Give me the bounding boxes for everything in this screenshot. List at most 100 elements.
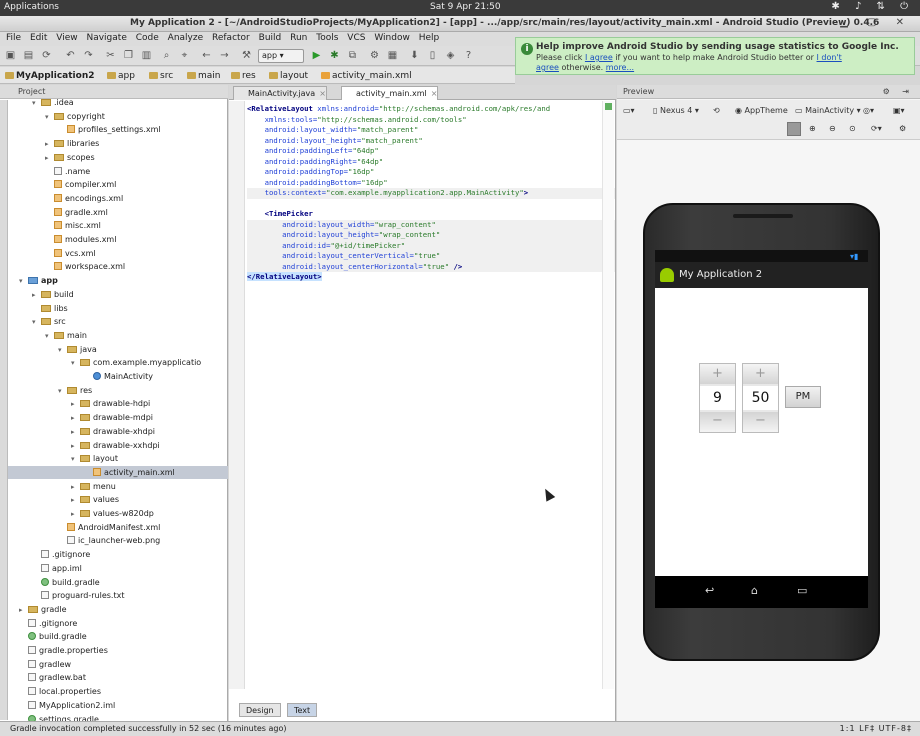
- left-tool-strip[interactable]: [0, 100, 8, 720]
- orientation-icon[interactable]: ⟲: [713, 106, 720, 115]
- breadcrumb-app[interactable]: app: [106, 70, 135, 82]
- device-select[interactable]: ▯ Nexus 4 ▾: [653, 106, 699, 115]
- minute-increment-button[interactable]: +: [743, 364, 778, 384]
- menu-analyze[interactable]: Analyze: [168, 33, 203, 43]
- tree-item[interactable]: ▾ java: [0, 343, 228, 356]
- collapsed-arrow-icon[interactable]: ▸: [71, 481, 80, 494]
- code-line[interactable]: android:layout_centerHorizontal="true" /…: [247, 261, 615, 272]
- tree-item[interactable]: app.iml: [0, 562, 228, 575]
- attach-icon[interactable]: ⧉: [346, 49, 359, 62]
- help-icon[interactable]: ?: [462, 49, 475, 62]
- replace-icon[interactable]: ⌖: [178, 49, 191, 62]
- zoom-actual-icon[interactable]: ⊙: [849, 124, 856, 133]
- more-link[interactable]: more...: [606, 63, 634, 72]
- paste-icon[interactable]: ▥: [140, 49, 153, 62]
- code-line[interactable]: android:layout_height="wrap_content": [247, 230, 615, 241]
- breadcrumb-project[interactable]: MyApplication2: [4, 70, 95, 82]
- code-line[interactable]: android:paddingBottom="16dp": [247, 178, 615, 189]
- zoom-fit-icon[interactable]: [787, 122, 801, 136]
- zoom-in-icon[interactable]: ⊕: [809, 124, 816, 133]
- expanded-arrow-icon[interactable]: ▾: [32, 97, 41, 110]
- tree-item[interactable]: ▾ .idea: [0, 96, 228, 109]
- tree-item[interactable]: ▸ menu: [0, 480, 228, 493]
- menu-help[interactable]: Help: [419, 33, 440, 43]
- tree-item[interactable]: gradlew: [0, 658, 228, 671]
- minute-value[interactable]: 50: [743, 386, 778, 410]
- caret-position[interactable]: 1:1 LF‡ UTF-8‡: [840, 724, 912, 733]
- sdk-manager-icon[interactable]: ⬇: [408, 49, 421, 62]
- tree-item[interactable]: ▾ res: [0, 384, 228, 397]
- collapsed-arrow-icon[interactable]: ▸: [71, 412, 80, 425]
- close-icon[interactable]: ×: [431, 89, 438, 98]
- dont-agree-link[interactable]: I don't: [817, 53, 842, 62]
- tree-item[interactable]: ▸ libraries: [0, 137, 228, 150]
- system-tray-icons[interactable]: ✱ ♪ ⇅ ⏻: [831, 1, 914, 12]
- expanded-arrow-icon[interactable]: ▾: [58, 344, 67, 357]
- code-line[interactable]: android:paddingRight="64dp": [247, 157, 615, 168]
- code-line[interactable]: android:layout_height="match_parent": [247, 136, 615, 147]
- collapsed-arrow-icon[interactable]: ▸: [71, 440, 80, 453]
- project-panel-title[interactable]: Project: [18, 87, 45, 96]
- project-structure-icon[interactable]: ▦: [386, 49, 399, 62]
- tree-item[interactable]: workspace.xml: [0, 260, 228, 273]
- locale-icon[interactable]: ◎▾: [863, 106, 874, 115]
- back-icon[interactable]: ↩: [705, 584, 714, 597]
- api-icon[interactable]: ▣▾: [893, 106, 905, 115]
- tab-text[interactable]: Text: [287, 703, 318, 717]
- layout-config-icon[interactable]: ▭▾: [623, 106, 635, 115]
- tree-item[interactable]: ▸ scopes: [0, 151, 228, 164]
- redo-icon[interactable]: ↷: [82, 49, 95, 62]
- collapsed-arrow-icon[interactable]: ▸: [71, 398, 80, 411]
- menu-tools[interactable]: Tools: [316, 33, 338, 43]
- hour-value[interactable]: 9: [700, 386, 735, 410]
- tree-item[interactable]: ▸ drawable-xxhdpi: [0, 439, 228, 452]
- breadcrumb-file[interactable]: activity_main.xml: [320, 70, 412, 82]
- status-message[interactable]: Gradle invocation completed successfully…: [10, 724, 287, 733]
- tree-item[interactable]: ic_launcher-web.png: [0, 534, 228, 547]
- run-icon[interactable]: ▶: [310, 49, 323, 62]
- collapsed-arrow-icon[interactable]: ▸: [71, 426, 80, 439]
- tree-item[interactable]: ▸ values: [0, 493, 228, 506]
- breadcrumb-src[interactable]: src: [148, 70, 173, 82]
- tree-item[interactable]: compiler.xml: [0, 178, 228, 191]
- ampm-toggle-button[interactable]: PM: [785, 386, 821, 408]
- tree-item[interactable]: libs: [0, 302, 228, 315]
- expanded-arrow-icon[interactable]: ▾: [71, 357, 80, 370]
- menu-vcs[interactable]: VCS: [347, 33, 365, 43]
- tab-design[interactable]: Design: [239, 703, 281, 717]
- expanded-arrow-icon[interactable]: ▾: [71, 453, 80, 466]
- tab-mainactivity[interactable]: MainActivity.java ×: [233, 86, 327, 100]
- breadcrumb-main[interactable]: main: [186, 70, 221, 82]
- code-line[interactable]: android:id="@+id/timePicker": [247, 240, 615, 251]
- system-clock[interactable]: Sat 9 Apr 21:50: [430, 2, 501, 12]
- code-line[interactable]: android:layout_width="match_parent": [247, 125, 615, 136]
- tree-item[interactable]: .gitignore: [0, 617, 228, 630]
- code-line[interactable]: <RelativeLayout xmlns:android="http://sc…: [247, 104, 615, 115]
- tree-item[interactable]: ▸ drawable-xhdpi: [0, 425, 228, 438]
- error-stripe[interactable]: [602, 101, 614, 689]
- tree-item[interactable]: activity_main.xml: [0, 465, 228, 479]
- settings-icon[interactable]: ⚙: [899, 124, 906, 133]
- refresh-icon[interactable]: ⟳▾: [871, 124, 882, 133]
- debug-icon[interactable]: ✱: [328, 49, 341, 62]
- tab-activity-main[interactable]: activity_main.xml ×: [341, 86, 439, 100]
- hour-decrement-button[interactable]: −: [700, 412, 735, 432]
- code-line[interactable]: android:paddingLeft="64dp": [247, 146, 615, 157]
- tree-item[interactable]: ▸ gradle: [0, 603, 228, 616]
- tree-item[interactable]: ▸ build: [0, 288, 228, 301]
- code-line[interactable]: <TimePicker: [247, 209, 615, 220]
- code-line[interactable]: [247, 199, 615, 210]
- tree-item[interactable]: ▾ app: [0, 274, 228, 287]
- tree-item[interactable]: ▾ src: [0, 315, 228, 328]
- code-line[interactable]: android:layout_centerVertical="true": [247, 251, 615, 262]
- hour-spinner[interactable]: + 9 −: [699, 363, 736, 433]
- undo-icon[interactable]: ↶: [64, 49, 77, 62]
- tree-item[interactable]: modules.xml: [0, 233, 228, 246]
- menu-edit[interactable]: Edit: [30, 33, 47, 43]
- settings-icon[interactable]: ⚙: [368, 49, 381, 62]
- expanded-arrow-icon[interactable]: ▾: [19, 275, 28, 288]
- tree-item[interactable]: AndroidManifest.xml: [0, 521, 228, 534]
- tree-item[interactable]: encodings.xml: [0, 192, 228, 205]
- collapsed-arrow-icon[interactable]: ▸: [71, 494, 80, 507]
- avd-manager-icon[interactable]: ▯: [426, 49, 439, 62]
